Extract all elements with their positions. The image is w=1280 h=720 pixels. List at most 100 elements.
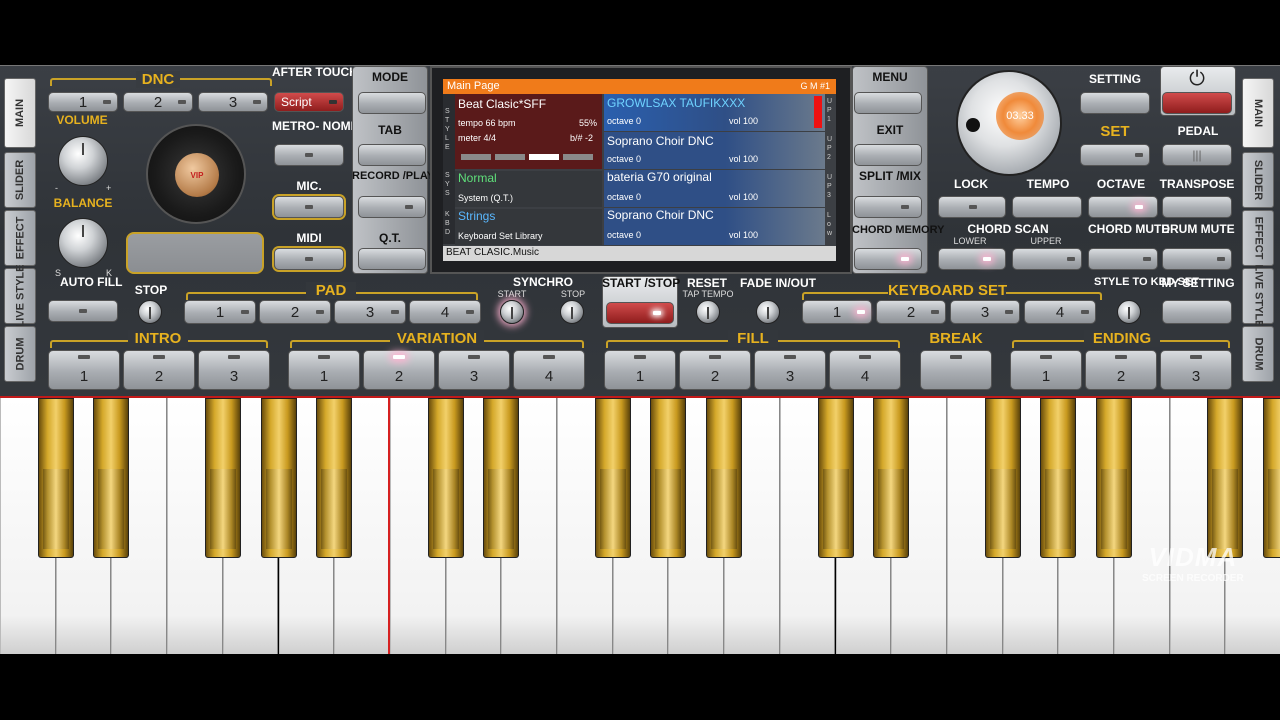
part-up3[interactable]: bateria G70 original octave 0 vol 100 [604,170,825,207]
qt-button[interactable] [358,248,426,270]
dnc-button-2[interactable]: 2 [123,92,193,112]
dnc-button-3[interactable]: 3 [198,92,268,112]
auto-fill-button[interactable] [48,300,118,322]
black-key[interactable] [1263,398,1280,558]
tab-slider-left[interactable]: SLIDER [4,152,36,208]
midi-button[interactable] [274,248,344,270]
split-mix-button[interactable] [854,196,922,218]
keyboard-block[interactable]: Strings Keyboard Set Library [455,209,602,245]
lcd-screen: Main Page G M #1 S T Y L E S Y S K B D B… [443,79,836,261]
black-key[interactable] [37,398,74,558]
chord-mute-button[interactable] [1088,248,1158,270]
keyboard-set-button-3[interactable]: 3 [950,300,1020,324]
intro-button-2[interactable]: 2 [123,350,195,390]
ending-label: ENDING [1084,330,1160,347]
black-key[interactable] [1207,398,1244,558]
tab-drum-right[interactable]: DRUM [1242,326,1274,382]
my-setting-button[interactable] [1162,300,1232,324]
start-stop-button[interactable] [606,302,674,324]
balance-knob[interactable] [58,218,108,268]
variation-button-2[interactable]: 2 [363,350,435,390]
tab-effect-right[interactable]: EFFECT [1242,210,1274,266]
menu-button[interactable] [854,92,922,114]
black-key[interactable] [594,398,631,558]
black-key[interactable] [93,398,130,558]
metronome-button[interactable] [274,144,344,166]
part-low[interactable]: Soprano Choir DNC octave 0 vol 100 [604,208,825,245]
ending-button-3[interactable]: 3 [1160,350,1232,390]
mic-button[interactable] [274,196,344,218]
tab-live-style-left[interactable]: LIVE STYLE [4,265,36,327]
script-button[interactable]: Script [274,92,344,112]
synchro-stop-knob[interactable] [560,300,584,324]
chord-scan-lower-button[interactable] [938,248,1006,270]
pad-button-3[interactable]: 3 [334,300,406,324]
tempo-button[interactable] [1012,196,1082,218]
black-key[interactable] [260,398,297,558]
pad-stop-knob[interactable] [138,300,162,324]
data-dial[interactable]: 03.33 [956,70,1062,176]
fade-knob[interactable] [756,300,780,324]
black-key[interactable] [817,398,854,558]
dnc-button-1[interactable]: 1 [48,92,118,112]
lock-button[interactable] [938,196,1006,218]
fill-button-1[interactable]: 1 [604,350,676,390]
black-key[interactable] [1040,398,1077,558]
keyboard-set-button-1[interactable]: 1 [802,300,872,324]
tab-live-style-right[interactable]: LIVE STYLE [1242,265,1274,327]
jog-wheel[interactable]: VIP [146,124,246,224]
chord-scan-upper-button[interactable] [1012,248,1082,270]
break-button[interactable] [920,350,992,390]
setting-button[interactable] [1080,92,1150,114]
variation-button-4[interactable]: 4 [513,350,585,390]
record-play-button[interactable] [358,196,426,218]
exit-button[interactable] [854,144,922,166]
tab-main-left[interactable]: MAIN [4,78,36,148]
octave-button[interactable] [1088,196,1158,218]
part-up1[interactable]: GROWLSAX TAUFIKXXX octave 0 vol 100 [604,94,825,131]
pad-button-4[interactable]: 4 [409,300,481,324]
pad-button-2[interactable]: 2 [259,300,331,324]
volume-knob[interactable] [58,136,108,186]
black-key[interactable] [706,398,743,558]
intro-button-1[interactable]: 1 [48,350,120,390]
reset-knob[interactable] [696,300,720,324]
tab-effect-left[interactable]: EFFECT [4,210,36,266]
part-up2[interactable]: Soprano Choir DNC octave 0 vol 100 [604,132,825,169]
keyboard-set-button-2[interactable]: 2 [876,300,946,324]
style-block[interactable]: Beat Clasic*SFF tempo 66 bpm 55% meter 4… [455,94,602,169]
fill-button-3[interactable]: 3 [754,350,826,390]
tab-button[interactable] [358,144,426,166]
style-to-kbd-knob[interactable] [1117,300,1141,324]
ending-button-2[interactable]: 2 [1085,350,1157,390]
black-key[interactable] [316,398,353,558]
variation-button-3[interactable]: 3 [438,350,510,390]
black-key[interactable] [650,398,687,558]
pad-button-1[interactable]: 1 [184,300,256,324]
variation-button-1[interactable]: 1 [288,350,360,390]
black-key[interactable] [873,398,910,558]
tab-slider-right[interactable]: SLIDER [1242,152,1274,208]
black-key[interactable] [483,398,520,558]
fill-button-2[interactable]: 2 [679,350,751,390]
set-button[interactable] [1080,144,1150,166]
tab-drum-left[interactable]: DRUM [4,326,36,382]
synchro-start-knob[interactable] [500,300,524,324]
intro-button-3[interactable]: 3 [198,350,270,390]
black-key[interactable] [427,398,464,558]
power-button[interactable] [1162,92,1232,114]
touch-pad[interactable] [126,232,264,274]
black-key[interactable] [984,398,1021,558]
system-block[interactable]: Normal System (Q.T.) [455,171,602,207]
ending-button-1[interactable]: 1 [1010,350,1082,390]
chord-memory-button[interactable] [854,248,922,270]
drum-mute-button[interactable] [1162,248,1232,270]
black-key[interactable] [1096,398,1132,558]
tab-main-right[interactable]: MAIN [1242,78,1274,148]
black-key[interactable] [204,398,241,558]
mode-button[interactable] [358,92,426,114]
fill-button-4[interactable]: 4 [829,350,901,390]
transpose-button[interactable] [1162,196,1232,218]
pedal-button[interactable]: ||| [1162,144,1232,166]
keyboard-set-button-4[interactable]: 4 [1024,300,1096,324]
